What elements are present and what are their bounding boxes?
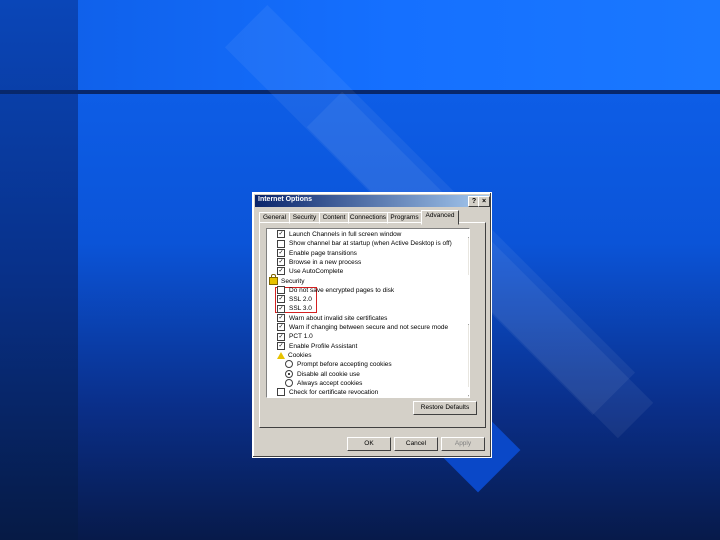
setting-label: Disable all cookie use <box>297 370 360 378</box>
setting-label: Use AutoComplete <box>289 268 344 276</box>
setting-label: Browse in a new process <box>289 258 362 266</box>
setting-label: PCT 1.0 <box>289 333 313 341</box>
settings-group-header: Cookies <box>277 351 311 360</box>
window-title: Internet Options <box>258 196 313 203</box>
settings-checkbox-row[interactable]: ✓ Browse in a new process <box>277 258 361 267</box>
checkbox-unchecked[interactable] <box>277 239 285 248</box>
checkbox-checked[interactable]: ✓ <box>277 341 285 350</box>
setting-label: Prompt before accepting cookies <box>297 361 392 369</box>
vertical-scrollbar[interactable]: ▲ ▼ <box>468 229 469 397</box>
setting-label: Security <box>281 277 305 285</box>
radio-unselected[interactable] <box>285 360 293 369</box>
advanced-panel: ▲ ▼ ✓ Launch Channels in full screen wind… <box>259 222 486 428</box>
settings-checkbox-row[interactable]: ✓ SSL 3.0 <box>277 304 312 313</box>
settings-radio-row[interactable]: Disable all cookie use <box>285 369 360 379</box>
ok-button[interactable]: OK <box>347 437 391 451</box>
checkbox-checked[interactable]: ✓ <box>277 230 285 239</box>
apply-button[interactable]: Apply <box>441 437 485 451</box>
setting-label: Cookies <box>288 351 312 359</box>
checkbox-checked[interactable]: ✓ <box>277 258 285 267</box>
setting-label: Check for certificate revocation <box>289 389 379 397</box>
tab-advanced[interactable]: Advanced <box>421 210 459 225</box>
radio-selected[interactable] <box>285 369 293 378</box>
cancel-button[interactable]: Cancel <box>394 437 438 451</box>
settings-list[interactable]: ▲ ▼ ✓ Launch Channels in full screen wind… <box>266 228 470 398</box>
settings-checkbox-row[interactable]: ✓ Warn about invalid site certificates <box>277 313 388 323</box>
setting-label: Launch Channels in full screen window <box>289 231 402 238</box>
checkbox-checked[interactable]: ✓ <box>277 267 285 276</box>
settings-checkbox-row[interactable]: ✓ Launch Channels in full screen window <box>277 230 401 239</box>
checkbox-checked[interactable]: ✓ <box>277 304 285 313</box>
setting-label: Do not save encrypted pages to disk <box>289 286 395 294</box>
checkbox-checked[interactable]: ✓ <box>277 248 285 257</box>
settings-checkbox-row[interactable]: ✓ PCT 1.0 <box>277 332 313 341</box>
background-left-band <box>0 0 78 540</box>
restore-defaults-button[interactable]: Restore Defaults <box>413 401 477 415</box>
internet-options-dialog: Internet Options ? × General Security Co… <box>252 192 492 458</box>
lock-icon <box>269 273 278 285</box>
checkbox-checked[interactable]: ✓ <box>277 332 285 341</box>
setting-label: Warn if changing between secure and not … <box>289 324 449 331</box>
settings-checkbox-row[interactable]: Check for certificate revocation <box>277 388 378 397</box>
settings-checkbox-row[interactable]: Do not save encrypted pages to disk <box>277 286 394 295</box>
setting-label: Enable Profile Assistant <box>289 342 358 350</box>
checkbox-checked[interactable]: ✓ <box>277 313 285 322</box>
setting-label: SSL 2.0 <box>289 296 312 304</box>
settings-checkbox-row[interactable]: ✓ Enable page transitions <box>277 248 357 258</box>
scroll-thumb[interactable] <box>468 275 469 325</box>
background-top-band <box>0 0 720 92</box>
close-button[interactable]: × <box>478 196 490 207</box>
title-bar[interactable]: Internet Options ? × <box>255 195 490 207</box>
settings-radio-row[interactable]: Prompt before accepting cookies <box>285 360 392 369</box>
warning-icon <box>277 351 285 359</box>
radio-unselected[interactable] <box>285 379 293 388</box>
scroll-down-button[interactable]: ▼ <box>468 387 469 396</box>
checkbox-unchecked[interactable] <box>277 286 285 295</box>
setting-label: Always accept cookies <box>297 379 363 387</box>
checkbox-unchecked[interactable] <box>277 388 285 397</box>
settings-checkbox-row[interactable]: ✓ SSL 2.0 <box>277 295 312 304</box>
settings-checkbox-row[interactable]: Show channel bar at startup (when Active… <box>277 239 452 248</box>
checkbox-checked[interactable]: ✓ <box>277 295 285 304</box>
setting-label: SSL 3.0 <box>289 305 312 313</box>
setting-label: Warn about invalid site certificates <box>289 314 388 322</box>
settings-radio-row[interactable]: Always accept cookies <box>285 379 362 388</box>
background-divider-line <box>0 90 720 94</box>
settings-group-header: Security <box>269 273 305 286</box>
settings-checkbox-row[interactable]: ✓ Warn if changing between secure and not… <box>277 323 448 332</box>
setting-label: Show channel bar at startup (when Active… <box>289 240 452 248</box>
checkbox-checked[interactable]: ✓ <box>277 323 285 332</box>
scroll-up-button[interactable]: ▲ <box>468 229 469 238</box>
settings-checkbox-row[interactable]: ✓ Enable Profile Assistant <box>277 341 358 351</box>
setting-label: Enable page transitions <box>289 249 357 257</box>
settings-checkbox-row[interactable]: ✓ Use AutoComplete <box>277 267 343 276</box>
